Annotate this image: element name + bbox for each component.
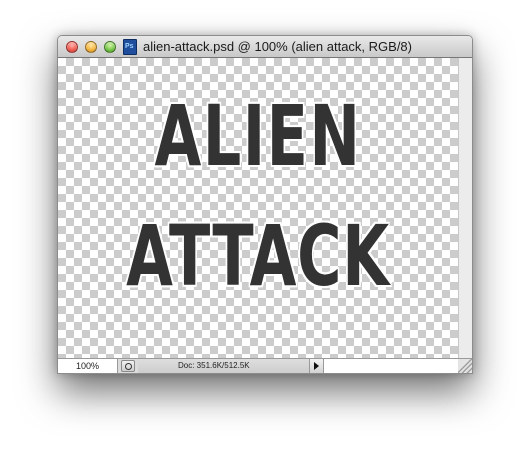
status-bar: 100% Doc: 351.6K/512.5K (58, 358, 472, 373)
document-size-info: Doc: 351.6K/512.5K (138, 359, 310, 373)
zoom-button[interactable] (104, 41, 116, 53)
minimize-button[interactable] (85, 41, 97, 53)
artwork-text-line-2: ATTACK (126, 207, 390, 305)
zoom-level-field[interactable]: 100% (58, 359, 118, 373)
resize-grip-icon[interactable] (458, 359, 472, 373)
window-title: alien-attack.psd @ 100% (alien attack, R… (143, 39, 412, 54)
status-icon-button[interactable] (121, 360, 135, 372)
document-canvas[interactable]: ALIEN ATTACK (58, 58, 458, 358)
horizontal-scrollbar[interactable] (324, 359, 458, 373)
status-menu-arrow-button[interactable] (310, 359, 324, 373)
title-bar[interactable]: alien-attack.psd @ 100% (alien attack, R… (58, 36, 472, 58)
document-window: alien-attack.psd @ 100% (alien attack, R… (57, 35, 473, 374)
artwork-text-line-1: ALIEN (154, 87, 362, 185)
photoshop-document-icon[interactable] (123, 39, 137, 55)
close-button[interactable] (66, 41, 78, 53)
vertical-scrollbar[interactable] (458, 58, 472, 358)
